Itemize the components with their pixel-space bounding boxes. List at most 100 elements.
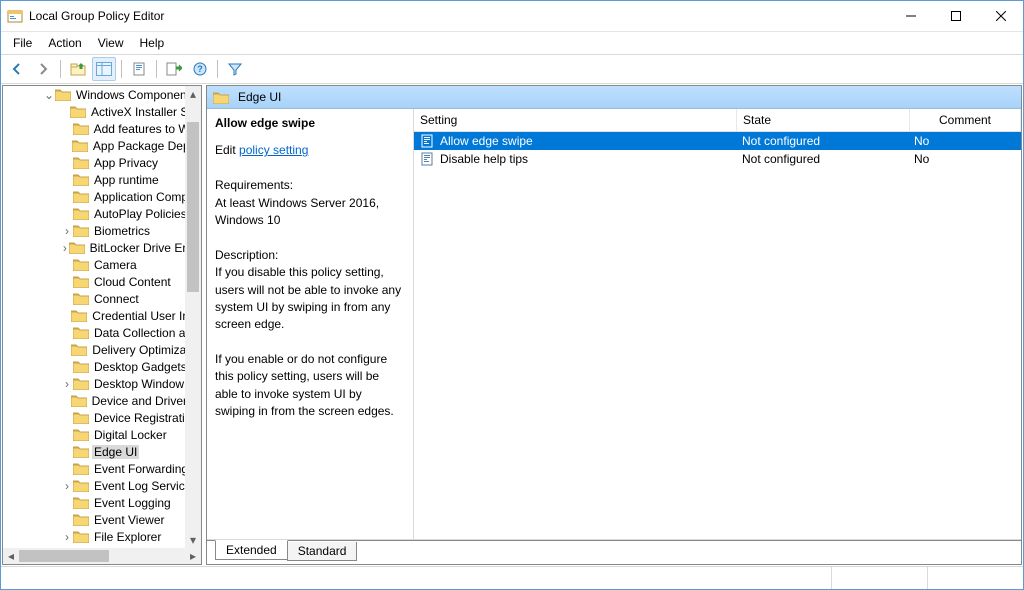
tree-item[interactable]: Camera <box>3 256 201 273</box>
app-icon <box>7 8 23 24</box>
status-cell-2 <box>927 567 1023 589</box>
tree-item[interactable]: Device Registration <box>3 409 201 426</box>
tree-label: Application Compa <box>92 190 197 204</box>
toolbar-sep-1 <box>60 60 61 78</box>
tree-item[interactable]: Data Collection and <box>3 324 201 341</box>
tree-item[interactable]: App runtime <box>3 171 201 188</box>
body: ⌄ Windows ComponentsActiveX Installer Ser… <box>1 84 1023 566</box>
list-row[interactable]: Disable help tipsNot configuredNo <box>414 150 1021 168</box>
help-button[interactable]: ? <box>188 57 212 81</box>
tree-label: AutoPlay Policies <box>92 207 189 221</box>
content-area: Allow edge swipe Edit policy setting Req… <box>207 109 1021 539</box>
tree-item[interactable]: Digital Locker <box>3 426 201 443</box>
tab-strip: Extended Standard <box>207 539 1021 564</box>
svg-text:?: ? <box>197 64 203 74</box>
tree-item[interactable]: Application Compa <box>3 188 201 205</box>
tree-label: BitLocker Drive Encr <box>88 241 201 255</box>
tree-item[interactable]: Credential User Inte <box>3 307 201 324</box>
settings-list[interactable]: Allow edge swipeNot configuredNoDisable … <box>414 132 1021 539</box>
tree-item-root[interactable]: ⌄ Windows Components <box>3 86 201 103</box>
menu-view[interactable]: View <box>92 34 130 52</box>
scroll-up-button[interactable]: ▴ <box>185 86 201 102</box>
menu-help[interactable]: Help <box>134 34 171 52</box>
chevron-right-icon[interactable]: › <box>61 479 73 493</box>
folder-icon <box>213 91 229 104</box>
back-button[interactable] <box>5 57 29 81</box>
tree-label: Connect <box>92 292 141 306</box>
close-button[interactable] <box>978 2 1023 31</box>
chevron-right-icon[interactable]: › <box>61 377 73 391</box>
scroll-down-button[interactable]: ▾ <box>185 532 201 548</box>
scroll-left-button[interactable]: ◂ <box>3 548 19 564</box>
tree-item[interactable]: › File Explorer <box>3 528 201 545</box>
menubar: File Action View Help <box>1 32 1023 54</box>
tree-item[interactable]: Event Forwarding <box>3 460 201 477</box>
titlebar: Local Group Policy Editor <box>1 1 1023 32</box>
tree-label: File Explorer <box>92 530 163 544</box>
tab-extended[interactable]: Extended <box>215 540 288 560</box>
list-row[interactable]: Allow edge swipeNot configuredNo <box>414 132 1021 150</box>
edit-policy-setting-link[interactable]: policy setting <box>239 143 308 157</box>
tree-label: Windows Components <box>74 88 198 102</box>
scroll-right-button[interactable]: ▸ <box>185 548 201 564</box>
console-tree[interactable]: ⌄ Windows ComponentsActiveX Installer Ser… <box>3 86 201 548</box>
tree-item[interactable]: Connect <box>3 290 201 307</box>
tree-item[interactable]: Event Logging <box>3 494 201 511</box>
setting-cell: Allow edge swipe <box>440 134 533 148</box>
app-window: Local Group Policy Editor File Action Vi… <box>0 0 1024 590</box>
vertical-scroll-thumb[interactable] <box>187 122 199 292</box>
horizontal-scroll-thumb[interactable] <box>19 550 109 562</box>
maximize-button[interactable] <box>933 2 978 31</box>
show-hide-console-tree-button[interactable] <box>92 57 116 81</box>
tree-horizontal-scrollbar[interactable]: ◂ ▸ <box>3 548 201 564</box>
tree-label: Event Forwarding <box>92 462 190 476</box>
tree-label: Event Log Service <box>92 479 193 493</box>
menu-file[interactable]: File <box>7 34 38 52</box>
tree-label: Camera <box>92 258 139 272</box>
tree-item[interactable]: Desktop Gadgets <box>3 358 201 375</box>
list-pane: Setting State Comment Allow edge swipe No… <box>414 109 1021 539</box>
tree-item[interactable]: AutoPlay Policies <box>3 205 201 222</box>
tab-standard[interactable]: Standard <box>287 542 358 561</box>
tree-item[interactable]: ›Desktop Window M <box>3 375 201 392</box>
tree-item[interactable]: App Package Deplo <box>3 137 201 154</box>
status-cell-1 <box>831 567 927 589</box>
minimize-button[interactable] <box>888 2 933 31</box>
tree-item[interactable]: Device and Driver C <box>3 392 201 409</box>
tree-item[interactable]: › Event Log Service <box>3 477 201 494</box>
properties-button[interactable] <box>127 57 151 81</box>
chevron-down-icon[interactable]: ⌄ <box>43 88 55 102</box>
chevron-right-icon[interactable]: › <box>61 224 73 238</box>
forward-button[interactable] <box>31 57 55 81</box>
tree-vertical-scrollbar[interactable]: ▴ ▾ <box>185 86 201 548</box>
chevron-right-icon[interactable]: › <box>61 241 69 255</box>
column-header-comment[interactable]: Comment <box>910 109 1021 131</box>
column-header-state[interactable]: State <box>737 109 910 131</box>
description-p2: If you enable or do not configure this p… <box>215 351 405 421</box>
tree-label: Biometrics <box>92 224 152 238</box>
comment-cell: No <box>908 134 1021 148</box>
menu-action[interactable]: Action <box>42 34 87 52</box>
tree-item[interactable]: › BitLocker Drive Encr <box>3 239 201 256</box>
description-label: Description: <box>215 247 405 264</box>
tree-pane: ⌄ Windows ComponentsActiveX Installer Ser… <box>2 85 202 565</box>
tree-item[interactable]: ActiveX Installer Ser <box>3 103 201 120</box>
filter-button[interactable] <box>223 57 247 81</box>
detail-title: Allow edge swipe <box>215 115 405 132</box>
tree-item[interactable]: Add features to Win <box>3 120 201 137</box>
export-list-button[interactable] <box>162 57 186 81</box>
toolbar-sep-3 <box>156 60 157 78</box>
up-button[interactable] <box>66 57 90 81</box>
column-header-setting[interactable]: Setting <box>414 109 737 131</box>
tree-item[interactable]: Cloud Content <box>3 273 201 290</box>
tree-item[interactable]: › Biometrics <box>3 222 201 239</box>
chevron-right-icon[interactable]: › <box>61 530 73 544</box>
requirements-text: At least Windows Server 2016, Windows 10 <box>215 195 405 230</box>
tree-label: Cloud Content <box>92 275 173 289</box>
tree-item[interactable]: Delivery Optimizatio <box>3 341 201 358</box>
tree-label: Edge UI <box>92 445 139 459</box>
tree-item[interactable]: Event Viewer <box>3 511 201 528</box>
tree-item[interactable]: Edge UI <box>3 443 201 460</box>
tree-item[interactable]: App Privacy <box>3 154 201 171</box>
tree-label: App runtime <box>92 173 161 187</box>
